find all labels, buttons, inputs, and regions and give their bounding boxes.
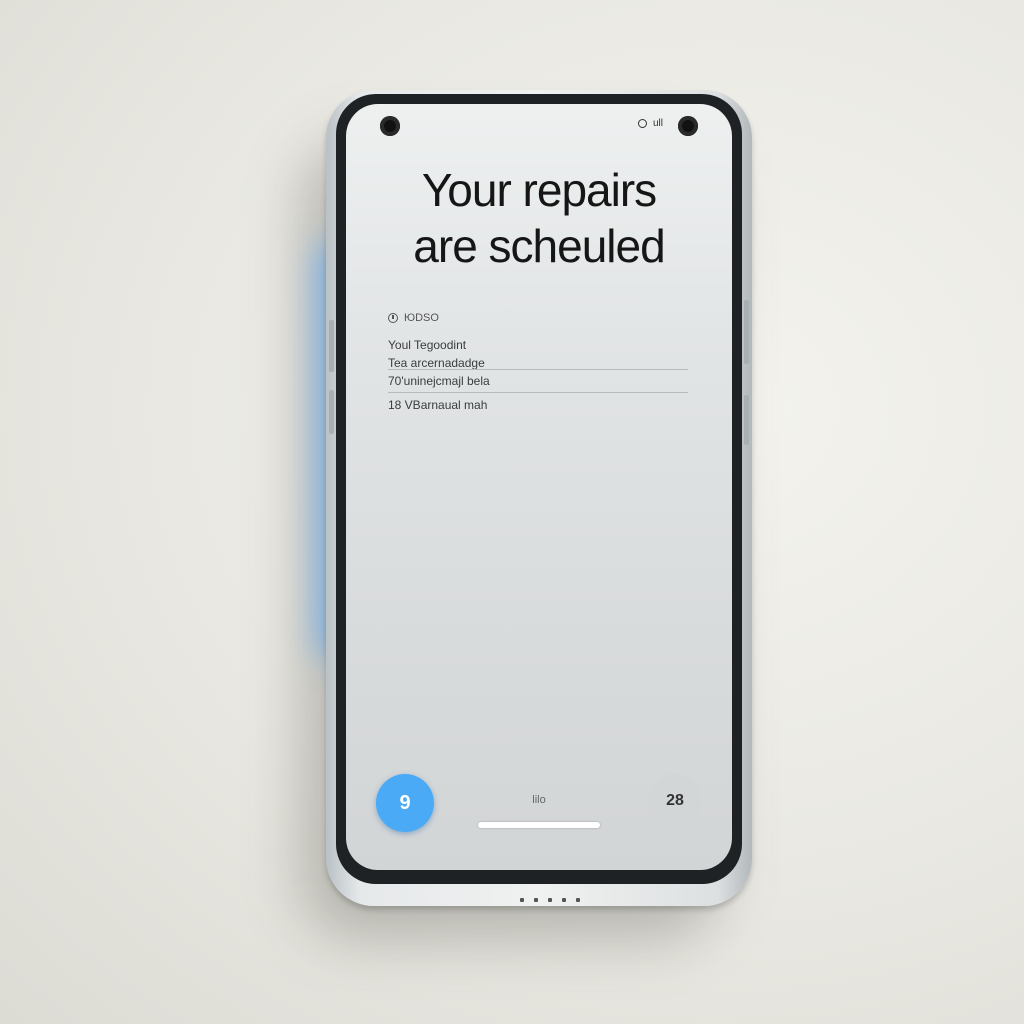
side-key-right-lower bbox=[744, 395, 749, 445]
headline-line-2: are scheuled bbox=[413, 220, 665, 272]
bottom-bar: 9 lilo 28 bbox=[346, 774, 732, 864]
appointment-details: ЮDSO Youl Tegoodint Tea arcernadadge 70'… bbox=[388, 312, 688, 414]
detail-row: 70'uninejcmajl bela bbox=[388, 369, 688, 393]
secondary-action-button[interactable]: 28 bbox=[648, 774, 702, 828]
home-indicator[interactable] bbox=[478, 822, 600, 828]
power-button bbox=[329, 390, 334, 434]
front-camera-icon bbox=[380, 116, 400, 136]
phone-screen: ull Your repairs are scheuled ЮDSO Youl … bbox=[346, 104, 732, 870]
details-header-label: ЮDSO bbox=[404, 312, 439, 324]
secondary-action-label: 28 bbox=[666, 792, 684, 809]
headline-line-1: Your repairs bbox=[421, 164, 657, 216]
side-key-right bbox=[744, 300, 749, 364]
page-title: Your repairs are scheuled bbox=[346, 162, 732, 274]
status-bar: ull bbox=[638, 118, 663, 129]
details-header: ЮDSO bbox=[388, 312, 688, 324]
status-text: ull bbox=[653, 118, 664, 129]
status-ring-icon bbox=[638, 119, 647, 128]
detail-line: 18 VBarnaual mah bbox=[388, 398, 488, 412]
detail-line: Youl Tegoodint bbox=[388, 338, 467, 352]
divider bbox=[388, 369, 688, 370]
clock-icon bbox=[388, 313, 398, 323]
divider bbox=[388, 392, 688, 393]
volume-button bbox=[329, 320, 334, 372]
speaker-grille bbox=[520, 898, 580, 902]
front-camera-icon bbox=[678, 116, 698, 136]
detail-line: 70'uninejcmajl bela bbox=[388, 374, 490, 388]
